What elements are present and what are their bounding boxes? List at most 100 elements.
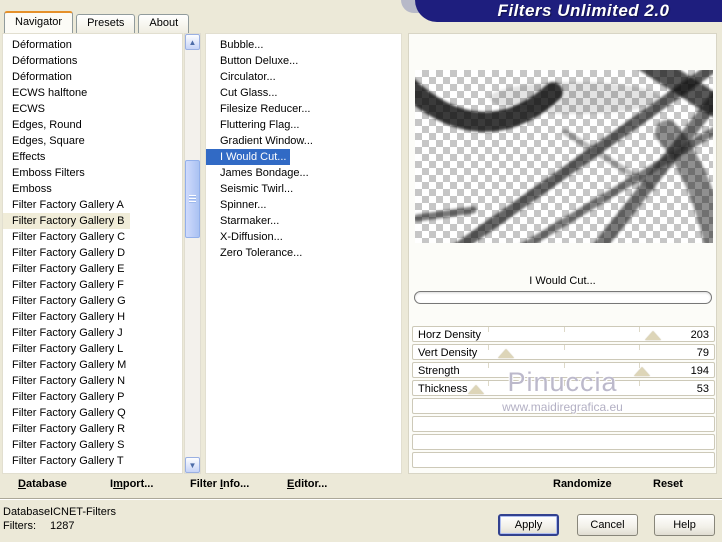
list-item[interactable]: Effects: [3, 149, 182, 165]
list-item[interactable]: Filter Factory Gallery E: [3, 261, 182, 277]
slider-label: Vert Density: [418, 347, 478, 359]
list-item[interactable]: ECWS: [3, 101, 182, 117]
list-item[interactable]: Filter Factory Gallery L: [3, 341, 182, 357]
list-item[interactable]: Bubble...: [206, 37, 401, 53]
tick-mark: [563, 363, 565, 368]
list-item[interactable]: Circulator...: [206, 69, 401, 85]
preview-panel: I Would Cut... Horz Density 203 Vert Densi…: [408, 33, 717, 474]
tab-presets[interactable]: Presets: [76, 14, 136, 33]
list-item[interactable]: Filter Factory Gallery N: [3, 373, 182, 389]
reset-button[interactable]: Reset: [653, 478, 683, 490]
slider-stack: Horz Density 203 Vert Density 79 Strength 194…: [412, 326, 715, 470]
list-item[interactable]: Filter Factory Gallery G: [3, 293, 182, 309]
empty-slider-row: [412, 416, 715, 432]
selected-filter-name: I Would Cut...: [529, 275, 596, 287]
slider-row[interactable]: Strength 194: [412, 362, 715, 378]
list-item[interactable]: Gradient Window...: [206, 133, 401, 149]
help-button[interactable]: Help: [654, 514, 715, 536]
list-item[interactable]: Filter Factory Gallery C: [3, 229, 182, 245]
list-item[interactable]: Button Deluxe...: [206, 53, 401, 69]
tab-bar: Navigator Presets About: [4, 11, 192, 33]
slider-row[interactable]: Horz Density 203: [412, 326, 715, 342]
list-item[interactable]: Filter Factory Gallery H: [3, 309, 182, 325]
list-item[interactable]: Déformation: [3, 37, 182, 53]
label-part: ditor...: [294, 478, 328, 490]
scrollbar-grip: [189, 195, 196, 203]
list-item[interactable]: Filter Factory Gallery T: [3, 453, 182, 469]
slider-thumb[interactable]: [644, 331, 661, 340]
tick-mark: [563, 345, 565, 350]
empty-slider-row: [412, 434, 715, 450]
command-toolbar: Database Import... Filter Info... Editor…: [0, 475, 722, 497]
app-title: Filters Unlimited 2.0: [497, 1, 670, 20]
list-item[interactable]: Filter Factory Gallery F: [3, 277, 182, 293]
slider-value: 194: [690, 365, 709, 377]
list-item[interactable]: Emboss: [3, 181, 182, 197]
label-part: nfo...: [223, 478, 250, 490]
list-item[interactable]: Déformations: [3, 53, 182, 69]
list-item[interactable]: Cut Glass...: [206, 85, 401, 101]
scroll-down-button[interactable]: ▼: [185, 457, 200, 473]
list-item[interactable]: Spinner...: [206, 197, 401, 213]
list-item[interactable]: Filter Factory Gallery B: [3, 213, 131, 229]
mnemonic: D: [18, 478, 26, 490]
list-item[interactable]: Filter Factory Gallery M: [3, 357, 182, 373]
slider-row[interactable]: Thickness 53: [412, 380, 715, 396]
tick-mark: [638, 345, 640, 350]
database-button[interactable]: Database: [18, 478, 67, 490]
list-item[interactable]: X-Diffusion...: [206, 229, 401, 245]
progress-bar: [414, 291, 712, 304]
slider-thumb[interactable]: [498, 349, 515, 358]
tick-mark: [488, 381, 490, 386]
app-title-banner: Filters Unlimited 2.0: [415, 0, 722, 22]
tab-about[interactable]: About: [138, 14, 190, 33]
tab-navigator[interactable]: Navigator: [4, 11, 74, 33]
list-item[interactable]: James Bondage...: [206, 165, 401, 181]
slider-row[interactable]: Vert Density 79: [412, 344, 715, 360]
list-item[interactable]: Filter Factory Gallery R: [3, 421, 182, 437]
list-item[interactable]: I Would Cut...: [206, 149, 291, 165]
list-item[interactable]: Filter Factory Gallery J: [3, 325, 182, 341]
list-item[interactable]: Filter Factory Gallery S: [3, 437, 182, 453]
database-status-value: ICNET-Filters: [50, 506, 116, 518]
scroll-up-button[interactable]: ▲: [185, 34, 200, 50]
import-button[interactable]: Import...: [110, 478, 153, 490]
filter-preview-image: [415, 70, 713, 243]
filters-count-value: 1287: [50, 520, 75, 532]
label-part: Filter: [190, 478, 220, 490]
list-item[interactable]: Filter Factory Gallery P: [3, 389, 182, 405]
slider-value: 203: [690, 329, 709, 341]
list-item[interactable]: Filter Factory Gallery D: [3, 245, 182, 261]
filter-info-button[interactable]: Filter Info...: [190, 478, 249, 490]
list-item[interactable]: Fluttering Flag...: [206, 117, 401, 133]
list-item[interactable]: Déformation: [3, 69, 182, 85]
cancel-button[interactable]: Cancel: [577, 514, 638, 536]
slider-thumb[interactable]: [634, 367, 651, 376]
empty-slider-row: [412, 398, 715, 414]
list-item[interactable]: Starmaker...: [206, 213, 401, 229]
slider-label: Horz Density: [418, 329, 481, 341]
editor-button[interactable]: Editor...: [287, 478, 327, 490]
category-list: Déformation Déformations Déformation ECWS h…: [2, 33, 183, 474]
tab-label: Navigator: [15, 16, 63, 28]
category-scrollbar: ▲ ▼: [184, 33, 201, 474]
list-item[interactable]: Filter Factory Gallery A: [3, 197, 182, 213]
slider-thumb[interactable]: [467, 385, 484, 394]
list-item[interactable]: Filesize Reducer...: [206, 101, 401, 117]
list-item[interactable]: Edges, Square: [3, 133, 182, 149]
list-item[interactable]: Seismic Twirl...: [206, 181, 401, 197]
list-item[interactable]: Edges, Round: [3, 117, 182, 133]
empty-slider-row: [412, 452, 715, 468]
tick-mark: [563, 381, 565, 386]
list-item[interactable]: Filter Factory Gallery Q: [3, 405, 182, 421]
list-item[interactable]: ECWS halftone: [3, 85, 182, 101]
list-item[interactable]: Zero Tolerance...: [206, 245, 401, 261]
apply-button[interactable]: Apply: [498, 514, 559, 536]
list-item[interactable]: Emboss Filters: [3, 165, 182, 181]
tab-label: About: [149, 17, 179, 29]
tick-mark: [563, 327, 565, 332]
tick-mark: [638, 327, 640, 332]
tick-mark: [488, 363, 490, 368]
scrollbar-thumb[interactable]: [185, 160, 200, 238]
randomize-button[interactable]: Randomize: [553, 478, 612, 490]
